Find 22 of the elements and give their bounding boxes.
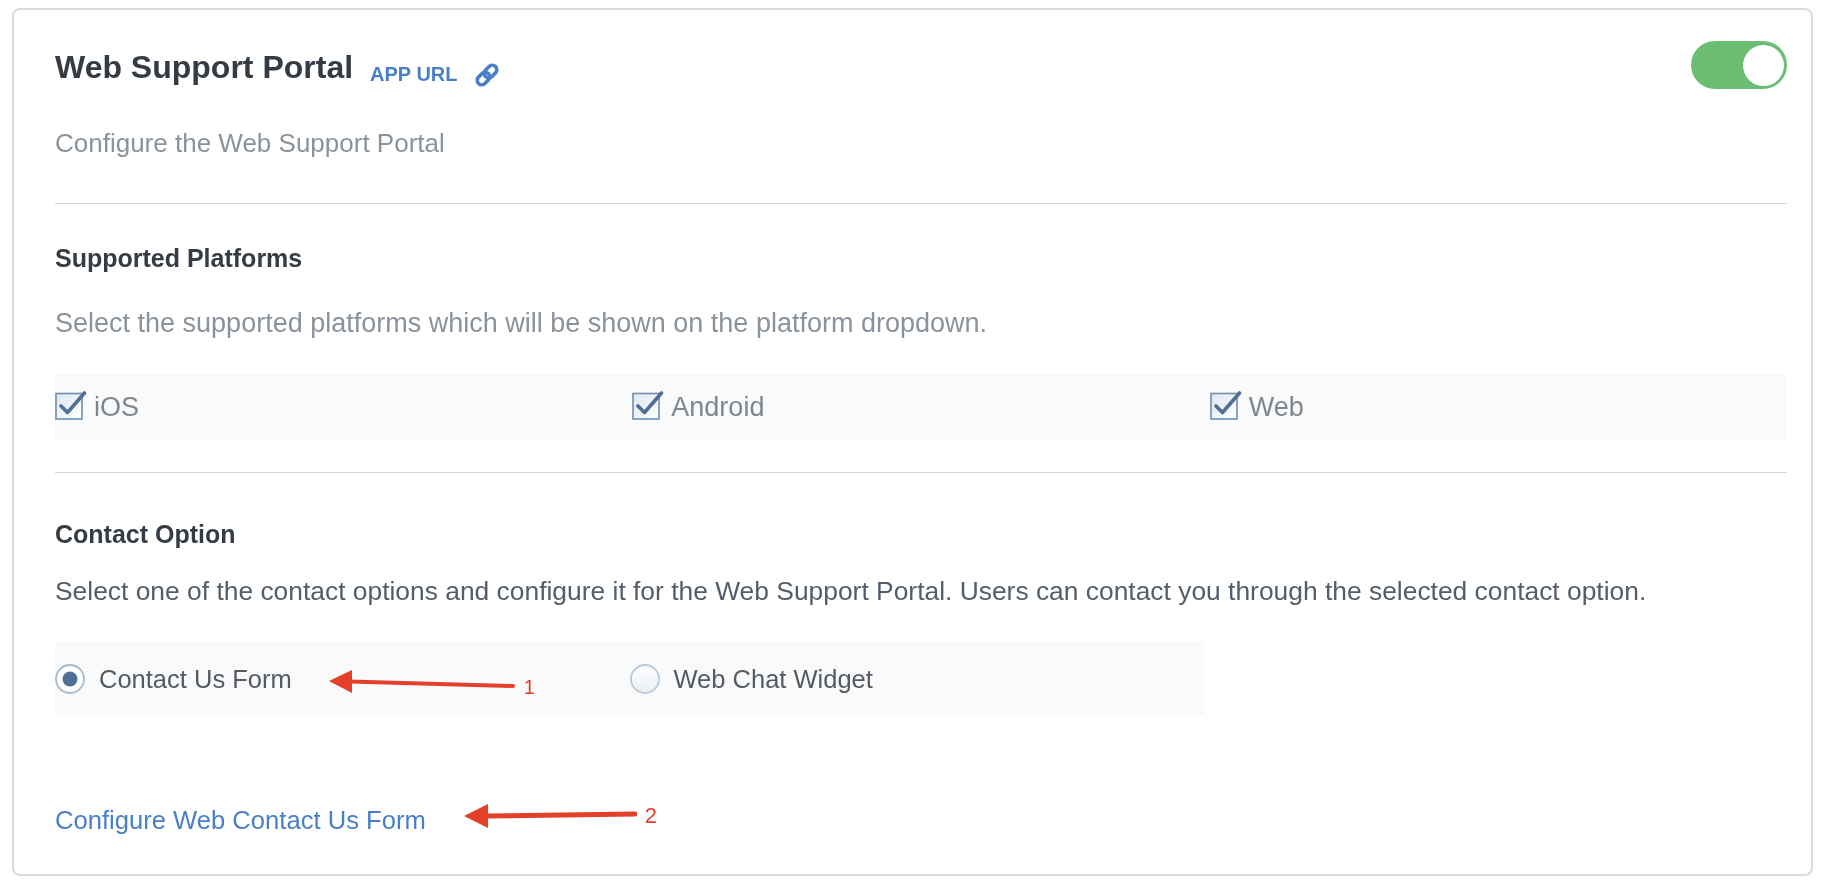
configure-link[interactable]: Configure Web Contact Us Form <box>55 805 426 835</box>
section-description: Configure the Web Support Portal <box>55 128 446 158</box>
link-icon[interactable] <box>472 61 501 89</box>
radio-button[interactable] <box>55 663 85 694</box>
checkbox[interactable] <box>632 390 665 420</box>
section-title: Web Support Portal <box>55 48 354 86</box>
checkbox-label: iOS <box>94 391 139 423</box>
app-url-link[interactable]: APP URL <box>370 62 458 86</box>
annotation-number: 1 <box>523 675 535 698</box>
section-description: Select one of the contact options and configure it for the Web Support Portal. Users can contact you through the selected contact option. <box>55 575 1648 607</box>
section-description: Select the supported platforms which will be shown on the platform dropdown. <box>55 307 988 339</box>
radio-label: Contact Us Form <box>99 663 292 694</box>
radio-button[interactable] <box>629 663 660 694</box>
section-heading: Supported Platforms <box>55 243 304 273</box>
toggle-switch[interactable] <box>1691 41 1787 89</box>
section-heading: Contact Option <box>55 519 237 549</box>
checkbox[interactable] <box>1209 390 1242 420</box>
checkbox[interactable] <box>55 390 87 420</box>
radio-label: Web Chat Widget <box>673 663 873 694</box>
annotation-number: 2 <box>644 805 658 827</box>
checkbox-label: Android <box>671 391 765 423</box>
checkbox-label: Web <box>1248 391 1304 423</box>
